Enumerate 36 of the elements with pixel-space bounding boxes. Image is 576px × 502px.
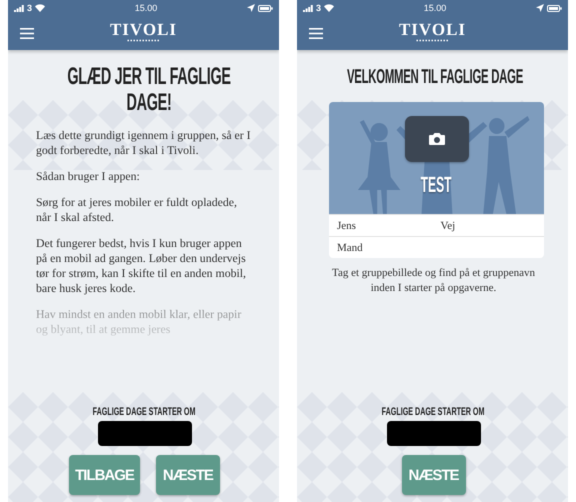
location-arrow-icon [536, 4, 544, 12]
signal-icon [14, 4, 24, 12]
menu-icon[interactable] [309, 28, 323, 38]
page-heading: GLÆD JER TIL FAGLIGE DAGE! [66, 64, 232, 116]
dotted-line-icon [126, 39, 160, 42]
battery-icon [258, 4, 273, 12]
app-logo: TIVOLI [398, 20, 466, 39]
nav-button[interactable]: NÆSTE [402, 455, 466, 495]
carrier-label: 3 [27, 3, 32, 13]
status-time: 15.00 [134, 3, 158, 13]
group-name: TEST [421, 172, 452, 198]
battery-icon [547, 4, 562, 12]
wifi-icon [324, 4, 334, 12]
camera-button[interactable] [404, 116, 468, 162]
app-logo: TIVOLI [110, 20, 178, 39]
dotted-line-icon [416, 39, 450, 42]
location-arrow-icon [247, 4, 255, 12]
wifi-icon [35, 4, 46, 12]
body-paragraph: Det fungerer bedst, hvis I kun bruger appen på en mobil ad gangen. Løber den undervejs tør for strøm, kan I skifte til en anden mobil, bare husk jeres kode. [36, 236, 248, 296]
body-paragraph: Sådan bruger I appen: [36, 169, 141, 184]
instruction-text: Tag et gruppebillede og find på et gruppenavn inden I starter på opgaverne. [331, 266, 536, 296]
menu-icon[interactable] [20, 28, 34, 38]
body-paragraph: Sørg for at jeres mobiler er fuldt opladede, når I skal afsted. [36, 195, 238, 225]
page-heading: VELKOMMEN TIL FAGLIGE DAGE [346, 65, 524, 90]
member-name: Mand [337, 242, 364, 254]
nav-button[interactable]: TILBAGE [69, 455, 140, 495]
body-paragraph: Læs dette grundigt igennem i gruppen, så er I godt forberedte, når I skal i Tivoli. [36, 128, 252, 158]
carrier-label: 3 [316, 3, 322, 13]
status-time: 15.00 [422, 3, 448, 13]
member-name: Vej [440, 220, 456, 232]
nav-button[interactable]: NÆSTE [156, 455, 220, 495]
signal-icon [303, 4, 313, 12]
member-name: Jens [337, 220, 357, 232]
camera-icon [428, 132, 446, 146]
countdown-label: FAGLIGE DAGE STARTER OM [382, 406, 485, 418]
countdown-label: FAGLIGE DAGE STARTER OM [93, 406, 196, 418]
